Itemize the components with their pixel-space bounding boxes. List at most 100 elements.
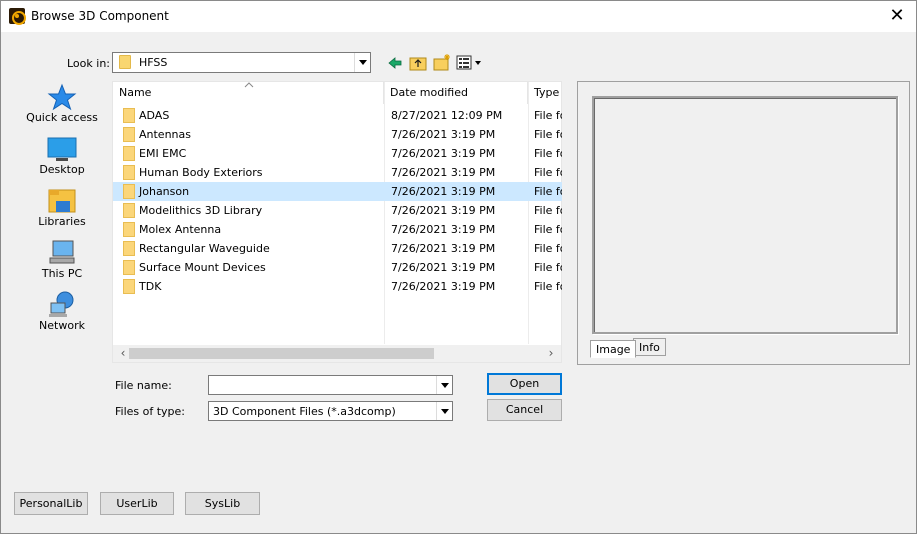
folder-icon	[123, 127, 135, 142]
lookin-value: HFSS	[139, 56, 168, 69]
cancel-button[interactable]: Cancel	[487, 399, 562, 421]
file-name: Rectangular Waveguide	[139, 242, 270, 255]
new-folder-icon[interactable]	[433, 53, 451, 71]
file-date: 7/26/2021 3:19 PM	[391, 242, 496, 255]
folder-icon	[123, 203, 135, 218]
file-type: File fo	[534, 185, 562, 198]
file-name: Antennas	[139, 128, 191, 141]
file-date: 7/26/2021 3:19 PM	[391, 280, 496, 293]
network-icon	[49, 291, 74, 317]
place-label: This PC	[41, 267, 83, 280]
filetype-value: 3D Component Files (*.a3dcomp)	[213, 405, 396, 418]
sys-lib-button[interactable]: SysLib	[185, 492, 260, 515]
place-this-pc[interactable]: This PC	[21, 239, 103, 291]
chevron-down-icon[interactable]	[354, 53, 370, 72]
places-bar: Quick access Desktop Libraries This PC N…	[21, 83, 103, 343]
chevron-down-icon[interactable]	[436, 402, 452, 420]
file-list[interactable]: Name Date modified Type ADAS 8/27/2021 12…	[112, 81, 562, 363]
file-type: File fo	[534, 147, 562, 160]
filename-input[interactable]	[208, 375, 453, 395]
folder-icon	[123, 260, 135, 275]
list-item[interactable]: Human Body Exteriors 7/26/2021 3:19 PM Fil…	[113, 163, 562, 182]
filetype-dropdown[interactable]: 3D Component Files (*.a3dcomp)	[208, 401, 453, 421]
scroll-right-icon[interactable]: ›	[543, 345, 559, 362]
list-item[interactable]: Molex Antenna 7/26/2021 3:19 PM File fo	[113, 220, 562, 239]
file-date: 7/26/2021 3:19 PM	[391, 204, 496, 217]
file-name: Molex Antenna	[139, 223, 222, 236]
preview-image-area	[592, 96, 898, 334]
libraries-icon	[48, 189, 76, 213]
folder-icon	[123, 241, 135, 256]
star-icon	[47, 83, 77, 111]
file-type: File fo	[534, 166, 562, 179]
list-item[interactable]: EMI EMC 7/26/2021 3:19 PM File fo	[113, 144, 562, 163]
column-header-date[interactable]: Date modified	[384, 82, 528, 104]
folder-icon	[119, 55, 131, 69]
file-type: File fo	[534, 109, 562, 122]
list-item[interactable]: Johanson 7/26/2021 3:19 PM File fo	[113, 182, 562, 201]
list-item[interactable]: Surface Mount Devices 7/26/2021 3:19 PM Fi…	[113, 258, 562, 277]
list-item[interactable]: Modelithics 3D Library 7/26/2021 3:19 PM F…	[113, 201, 562, 220]
place-label: Network	[39, 319, 85, 332]
up-folder-icon[interactable]	[409, 54, 427, 71]
file-date: 7/26/2021 3:19 PM	[391, 128, 496, 141]
user-lib-button[interactable]: UserLib	[100, 492, 174, 515]
place-libraries[interactable]: Libraries	[21, 187, 103, 239]
place-label: Libraries	[38, 215, 86, 228]
filetype-label: Files of type:	[115, 405, 186, 418]
window-title: Browse 3D Component	[31, 9, 169, 23]
filename-label: File name:	[115, 379, 172, 392]
file-name: Johanson	[139, 185, 190, 198]
file-date: 7/26/2021 3:19 PM	[391, 223, 496, 236]
file-name: EMI EMC	[139, 147, 187, 160]
lookin-label: Look in:	[67, 57, 110, 70]
close-icon[interactable]: ✕	[886, 5, 908, 27]
file-date: 8/27/2021 12:09 PM	[391, 109, 503, 122]
file-name: ADAS	[139, 109, 170, 122]
place-label: Desktop	[39, 163, 85, 176]
tab-image[interactable]: Image	[590, 340, 637, 358]
desktop-icon	[47, 137, 77, 161]
file-name: Human Body Exteriors	[139, 166, 263, 179]
list-item[interactable]: TDK 7/26/2021 3:19 PM File fo	[113, 277, 562, 296]
file-type: File fo	[534, 223, 562, 236]
view-menu-icon[interactable]	[456, 55, 484, 71]
list-item[interactable]: Rectangular Waveguide 7/26/2021 3:19 PM Fi…	[113, 239, 562, 258]
personal-lib-button[interactable]: PersonalLib	[14, 492, 88, 515]
file-type: File fo	[534, 242, 562, 255]
file-name: Modelithics 3D Library	[139, 204, 263, 217]
preview-panel: Info Image	[577, 81, 910, 365]
file-date: 7/26/2021 3:19 PM	[391, 185, 496, 198]
file-type: File fo	[534, 280, 562, 293]
place-network[interactable]: Network	[21, 291, 103, 343]
computer-icon	[49, 240, 75, 264]
lookin-dropdown[interactable]: HFSS	[112, 52, 371, 73]
file-date: 7/26/2021 3:19 PM	[391, 261, 496, 274]
browse-3d-component-dialog: Browse 3D Component ✕ Look in: HFSS Quic…	[0, 0, 917, 534]
chevron-down-icon[interactable]	[436, 376, 452, 394]
column-header-name[interactable]: Name	[113, 82, 384, 104]
file-name: Surface Mount Devices	[139, 261, 266, 274]
folder-icon	[123, 146, 135, 161]
folder-icon	[123, 108, 135, 123]
file-type: File fo	[534, 261, 562, 274]
list-item[interactable]: Antennas 7/26/2021 3:19 PM File fo	[113, 125, 562, 144]
file-name: TDK	[139, 280, 162, 293]
title-bar: Browse 3D Component ✕	[1, 1, 916, 32]
folder-icon	[123, 184, 135, 199]
folder-icon	[123, 165, 135, 180]
folder-icon	[123, 222, 135, 237]
file-type: File fo	[534, 128, 562, 141]
open-button[interactable]: Open	[487, 373, 562, 395]
app-icon	[9, 8, 26, 25]
back-icon[interactable]	[387, 55, 403, 71]
place-desktop[interactable]: Desktop	[21, 135, 103, 187]
tab-info[interactable]: Info	[633, 338, 666, 356]
list-item[interactable]: ADAS 8/27/2021 12:09 PM File fo	[113, 106, 562, 125]
file-type: File fo	[534, 204, 562, 217]
folder-icon	[123, 279, 135, 294]
horizontal-scrollbar[interactable]: ‹ ›	[113, 345, 561, 362]
place-quick-access[interactable]: Quick access	[21, 83, 103, 135]
scrollbar-thumb[interactable]	[129, 348, 434, 359]
column-header-type[interactable]: Type	[528, 82, 562, 104]
